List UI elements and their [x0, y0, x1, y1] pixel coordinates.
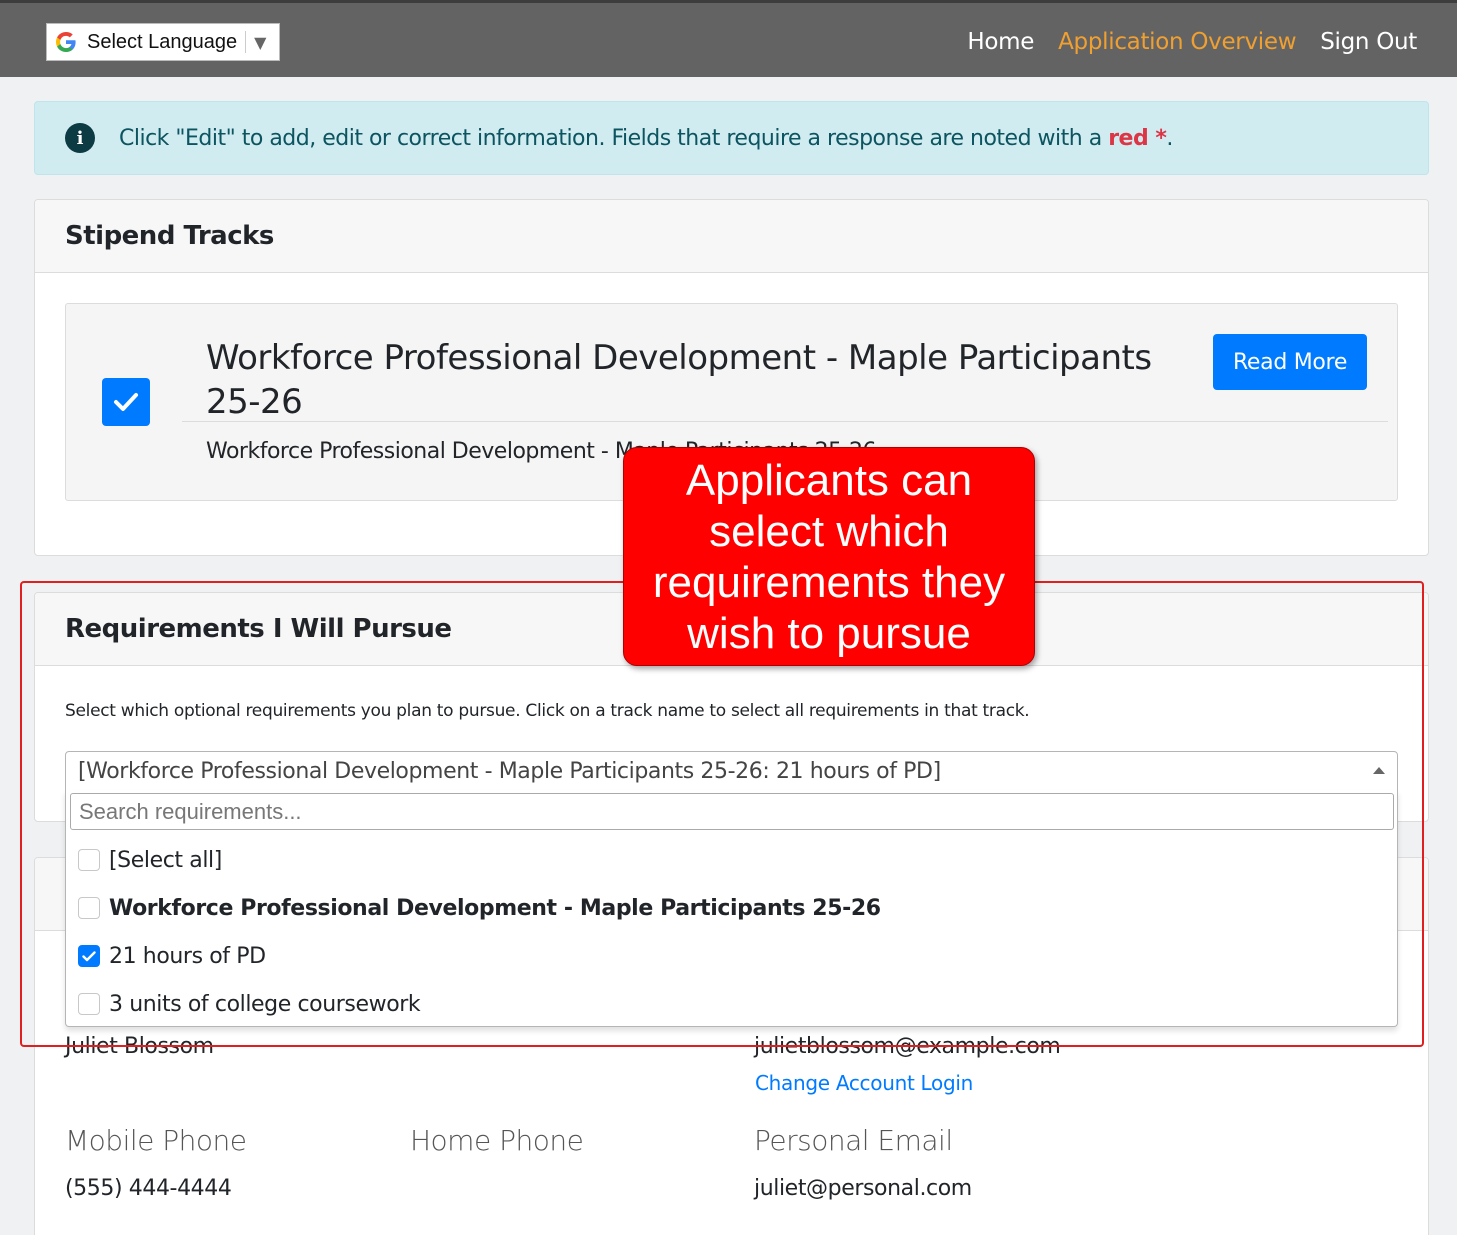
search-requirements-input[interactable] — [70, 793, 1394, 830]
annotation-callout: Applicants can select which requirements… — [623, 447, 1035, 666]
read-more-button[interactable]: Read More — [1213, 334, 1367, 390]
option-label: Workforce Professional Development - Map… — [109, 895, 881, 921]
option-track[interactable]: Workforce Professional Development - Map… — [78, 893, 881, 923]
language-selector[interactable]: Select Language ▼ — [46, 23, 280, 61]
option-label: [Select all] — [109, 847, 222, 873]
change-account-login-link[interactable]: Change Account Login — [755, 1071, 973, 1095]
selected-value: [Workforce Professional Development - Ma… — [78, 758, 941, 784]
card-header: Stipend Tracks — [35, 200, 1428, 273]
top-navbar: Select Language ▼ Home Application Overv… — [0, 0, 1457, 77]
caret-up-icon[interactable] — [1373, 767, 1385, 774]
track-title: Workforce Professional Development - Map… — [206, 338, 1152, 422]
checkbox[interactable] — [78, 849, 100, 871]
option-21-hours-pd[interactable]: 21 hours of PD — [78, 941, 266, 971]
checkbox[interactable] — [78, 993, 100, 1015]
option-label: 3 units of college coursework — [109, 991, 421, 1017]
info-icon: i — [65, 123, 95, 153]
checkbox-checked[interactable] — [78, 945, 100, 967]
requirements-title: Requirements I Will Pursue — [65, 614, 452, 644]
info-alert: i Click "Edit" to add, edit or correct i… — [34, 101, 1429, 175]
login-email-value: julietblossom@example.com — [754, 1034, 1061, 1059]
home-phone-label: Home Phone — [410, 1124, 584, 1157]
mobile-phone-value: (555) 444-4444 — [65, 1176, 232, 1201]
option-label: 21 hours of PD — [109, 943, 266, 969]
google-icon — [53, 29, 79, 55]
option-college-coursework[interactable]: 3 units of college coursework — [78, 989, 421, 1019]
personal-email-value: juliet@personal.com — [754, 1176, 972, 1201]
name-value: Juliet Blossom — [65, 1034, 214, 1059]
main-nav: Home Application Overview Sign Out — [967, 29, 1417, 55]
callout-text: Applicants can select which requirements… — [652, 455, 1006, 658]
nav-application-overview[interactable]: Application Overview — [1058, 29, 1296, 55]
option-select-all[interactable]: [Select all] — [78, 845, 222, 875]
checkbox[interactable] — [78, 897, 100, 919]
alert-text-main: Click "Edit" to add, edit or correct inf… — [119, 125, 1109, 151]
nav-home[interactable]: Home — [967, 29, 1034, 55]
language-label: Select Language — [87, 30, 238, 53]
required-marker-text: red * — [1108, 125, 1167, 151]
alert-text: Click "Edit" to add, edit or correct inf… — [119, 126, 1173, 151]
track-checkbox[interactable] — [102, 378, 150, 426]
stipend-tracks-title: Stipend Tracks — [65, 221, 274, 251]
dropdown-arrow-icon[interactable]: ▼ — [254, 33, 266, 52]
checkmark-icon — [114, 393, 138, 411]
requirements-select[interactable]: [Workforce Professional Development - Ma… — [65, 751, 1398, 791]
divider — [182, 421, 1388, 422]
alert-text-end: . — [1166, 125, 1173, 151]
personal-email-label: Personal Email — [754, 1124, 953, 1157]
nav-sign-out[interactable]: Sign Out — [1320, 29, 1417, 55]
checkmark-icon — [82, 950, 96, 961]
mobile-phone-label: Mobile Phone — [65, 1124, 247, 1157]
divider — [245, 31, 247, 53]
requirements-help-text: Select which optional requirements you p… — [65, 701, 1030, 721]
requirements-dropdown: [Select all] Workforce Professional Deve… — [65, 790, 1398, 1027]
